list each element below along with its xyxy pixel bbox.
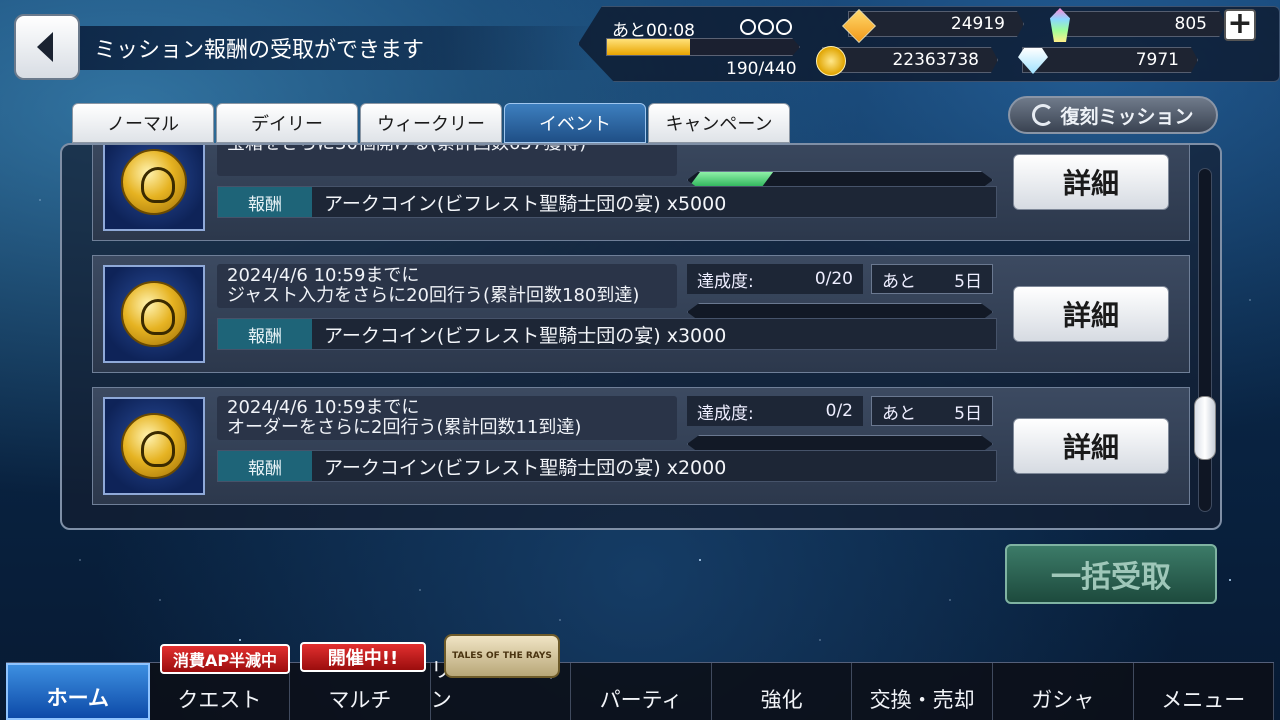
mission-row: 2024/4/6 10:59までに オーダーをさらに2回行う(累計回数11到達)…	[92, 387, 1190, 505]
detail-button[interactable]: 詳細	[1013, 154, 1169, 210]
mission-list-scrollbar[interactable]	[1198, 168, 1212, 512]
tab-weekly[interactable]: ウィークリー	[360, 103, 502, 143]
progress-label: 達成度: 0/20	[687, 264, 863, 294]
progress-value: 0/2	[825, 401, 853, 421]
nav-party[interactable]: パーティ	[571, 663, 712, 720]
gold-coin-icon	[816, 46, 846, 76]
tab-campaign[interactable]: キャンペーン	[648, 103, 790, 143]
revive-mission-label: 復刻ミッション	[1060, 105, 1194, 128]
back-arrow-icon	[37, 32, 53, 62]
mission-reward: 報酬 アークコイン(ビフレスト聖騎士団の宴) x5000	[217, 186, 997, 218]
detail-button[interactable]: 詳細	[1013, 286, 1169, 342]
remaining-value: 5日	[954, 271, 982, 292]
mission-description: 2024/4/6 10:59までに オーダーをさらに2回行う(累計回数11到達)	[217, 396, 677, 440]
tab-event[interactable]: イベント	[504, 103, 646, 143]
scrollbar-thumb[interactable]	[1194, 396, 1216, 460]
gold-counter: 22363738	[822, 47, 998, 73]
reward-tag: 報酬	[218, 451, 312, 481]
progress-label: 達成度: 0/2	[687, 396, 863, 426]
ap-orb-indicator	[740, 19, 792, 35]
ap-half-badge: 消費AP半減中	[160, 644, 290, 674]
diamond-counter: 7971	[1022, 47, 1198, 73]
detail-button[interactable]: 詳細	[1013, 418, 1169, 474]
mission-medal-icon	[103, 265, 205, 363]
nav-enhance[interactable]: 強化	[712, 663, 853, 720]
mission-list: 宝箱をさらに30個開ける(累計回数657獲得) 報酬 アークコイン(ビフレスト聖…	[60, 143, 1222, 530]
event-ongoing-badge: 開催中!!	[300, 642, 426, 672]
ap-recovery-timer: あと00:08	[612, 21, 695, 41]
refresh-icon	[1032, 104, 1055, 126]
reward-tag: 報酬	[218, 319, 312, 349]
mission-text: ジャスト入力をさらに20回行う(累計回数180到達)	[227, 285, 640, 306]
rainbow-crystal-counter: 805	[1056, 11, 1226, 37]
ap-count: 190/440	[726, 59, 797, 79]
mission-text: オーダーをさらに2回行う(累計回数11到達)	[227, 417, 582, 438]
mission-deadline: 2024/4/6 10:59までに	[227, 397, 420, 418]
reward-text: アークコイン(ビフレスト聖騎士団の宴) x5000	[324, 192, 727, 215]
back-button[interactable]	[14, 14, 80, 80]
progress-caption: 達成度:	[697, 271, 754, 292]
mission-reward: 報酬 アークコイン(ビフレスト聖騎士団の宴) x3000	[217, 318, 997, 350]
nav-gacha[interactable]: ガシャ	[993, 663, 1134, 720]
remaining-caption: あと	[882, 403, 916, 424]
nav-exchange[interactable]: 交換・売却	[852, 663, 993, 720]
ap-gauge	[606, 38, 800, 56]
nav-home[interactable]: ホーム	[6, 663, 150, 720]
mission-text: 宝箱をさらに30個開ける(累計回数657獲得)	[227, 143, 587, 154]
mission-deadline: 2024/4/6 10:59までに	[227, 265, 420, 286]
reward-text: アークコイン(ビフレスト聖騎士団の宴) x2000	[324, 456, 727, 479]
remaining-time: あと 5日	[871, 396, 993, 426]
mission-row: 宝箱をさらに30個開ける(累計回数657獲得) 報酬 アークコイン(ビフレスト聖…	[92, 143, 1190, 241]
progress-caption: 達成度:	[697, 403, 754, 424]
tab-daily[interactable]: デイリー	[216, 103, 358, 143]
add-crystal-button[interactable]: +	[1224, 9, 1256, 41]
remaining-time: あと 5日	[871, 264, 993, 294]
remaining-caption: あと	[882, 271, 916, 292]
mission-description: 宝箱をさらに30個開ける(累計回数657獲得)	[217, 143, 677, 176]
progress-value: 0/20	[814, 269, 853, 289]
page-title: ミッション報酬の受取ができます	[80, 26, 600, 70]
mission-medal-icon	[103, 145, 205, 231]
mission-row: 2024/4/6 10:59までに ジャスト入力をさらに20回行う(累計回数18…	[92, 255, 1190, 373]
ap-gauge-fill	[607, 39, 690, 55]
remaining-value: 5日	[954, 403, 982, 424]
reward-text: アークコイン(ビフレスト聖騎士団の宴) x3000	[324, 324, 727, 347]
mission-reward: 報酬 アークコイン(ビフレスト聖騎士団の宴) x2000	[217, 450, 997, 482]
mission-description: 2024/4/6 10:59までに ジャスト入力をさらに20回行う(累計回数18…	[217, 264, 677, 308]
nav-menu[interactable]: メニュー	[1134, 663, 1275, 720]
reward-tag: 報酬	[218, 187, 312, 217]
mission-medal-icon	[103, 397, 205, 495]
bulk-receive-button[interactable]: 一括受取	[1005, 544, 1217, 604]
recollection-logo: TALES OF THE RAYS	[444, 634, 560, 678]
tab-normal[interactable]: ノーマル	[72, 103, 214, 143]
revive-mission-button[interactable]: 復刻ミッション	[1008, 96, 1218, 134]
